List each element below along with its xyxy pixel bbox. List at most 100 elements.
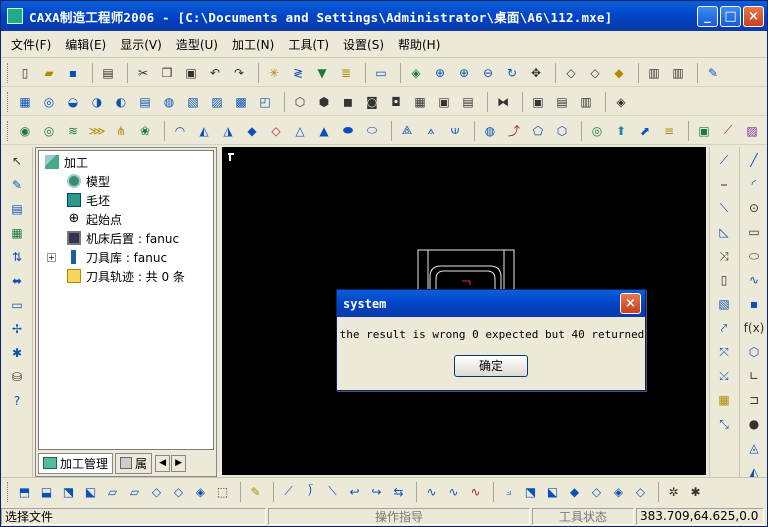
polygon-icon[interactable]: ⬡	[744, 342, 764, 362]
surface-extend-icon[interactable]: ⟍	[323, 482, 342, 502]
point-icon[interactable]: ✢	[7, 319, 27, 339]
redo-icon[interactable]: ↷	[229, 63, 249, 83]
surface-intersect-icon[interactable]: ∿	[466, 482, 485, 502]
scan-rough-icon[interactable]: ⋙	[87, 121, 107, 141]
mirror-icon[interactable]: ⧓	[493, 92, 513, 112]
surface-mesh-icon[interactable]: ◈	[191, 482, 210, 502]
surface-patch-icon[interactable]: ◇	[587, 482, 606, 502]
display-window-icon[interactable]: ▭	[371, 63, 391, 83]
surface-blend-icon[interactable]: ⟓	[499, 482, 518, 502]
hole-icon[interactable]: ◙	[362, 92, 382, 112]
boolean-cut-icon[interactable]: ▤	[552, 92, 572, 112]
rest-clean-icon[interactable]: ⟒	[445, 121, 465, 141]
shaded-icon[interactable]: ◆	[609, 63, 629, 83]
finish-region-icon[interactable]: ⬬	[338, 121, 358, 141]
surface-equidistant-icon[interactable]: ⬕	[81, 482, 100, 502]
layer-icon[interactable]: ≣	[336, 63, 356, 83]
boolean-intersect-icon[interactable]: ▥	[576, 92, 596, 112]
text-curve-icon[interactable]: ⊐	[744, 390, 764, 410]
sketch-plane-icon[interactable]: ▭	[7, 295, 27, 315]
array-icon[interactable]: ▦	[714, 390, 734, 410]
cut-loft-icon[interactable]: ▧	[183, 92, 203, 112]
tree-node-stock[interactable]: 毛坯	[67, 191, 110, 209]
curve-extend-icon[interactable]: ⟍	[714, 198, 734, 218]
ellipse-icon[interactable]: ⬭	[744, 246, 764, 266]
menu-help[interactable]: 帮助(H)	[398, 36, 440, 53]
surface-flip-icon[interactable]: ◇	[631, 482, 650, 502]
extrude-icon[interactable]: ▦	[15, 92, 35, 112]
close-button[interactable]: ×	[743, 6, 764, 27]
copy-icon[interactable]: ❐	[157, 63, 177, 83]
trace-link-icon[interactable]: ⬈	[635, 121, 655, 141]
zoom-out-icon[interactable]: ⊖	[478, 63, 498, 83]
curve-trace-icon[interactable]: ⤴	[504, 121, 524, 141]
gear-icon[interactable]: ✲	[664, 482, 683, 502]
curve-break-icon[interactable]: ⎯	[714, 174, 734, 194]
light-icon[interactable]: ✳	[264, 63, 284, 83]
finish-surface-icon[interactable]: ▲	[314, 121, 334, 141]
surface-import-icon[interactable]: ⬚	[213, 482, 232, 502]
contour-trace-icon[interactable]: ◍	[480, 121, 500, 141]
curve-fillet-icon[interactable]: ◺	[714, 222, 734, 242]
draft-icon[interactable]: ◼	[338, 92, 358, 112]
surface-guide-icon[interactable]: ⬔	[59, 482, 78, 502]
paste-icon[interactable]: ▣	[181, 63, 201, 83]
surface-overlap-icon[interactable]: ◈	[609, 482, 628, 502]
surface-split-icon[interactable]: ◆	[565, 482, 584, 502]
finish-parameter-icon[interactable]: ◠	[170, 121, 190, 141]
sketch-icon[interactable]: ✎	[7, 175, 27, 195]
undo-icon[interactable]: ↶	[205, 63, 225, 83]
surface-fillet-icon[interactable]: ⟌	[301, 482, 320, 502]
circular-array-icon[interactable]: ▣	[434, 92, 454, 112]
formula-curve-icon[interactable]: f(x)	[744, 318, 765, 338]
surface-merge-icon[interactable]: ↪	[367, 482, 386, 502]
guide-icon[interactable]: ◐	[111, 92, 131, 112]
linear-array-icon[interactable]: ▦	[410, 92, 430, 112]
corner-clean-icon[interactable]: ⟑	[421, 121, 441, 141]
revolve-icon[interactable]: ◎	[39, 92, 59, 112]
zoom-window-icon[interactable]: ⊕	[430, 63, 450, 83]
tree-node-toolpath[interactable]: 刀具轨迹 : 共 0 条	[67, 267, 185, 285]
surface-boundary-icon[interactable]: ▱	[125, 482, 144, 502]
surface-direct-icon[interactable]: ⬒	[15, 482, 34, 502]
plunge-rough-icon[interactable]: ⋔	[111, 121, 131, 141]
curve-trim-icon[interactable]: ⟋	[714, 150, 734, 170]
ok-button[interactable]: 确定	[454, 355, 528, 377]
curve-filter-icon[interactable]: ≷	[288, 63, 308, 83]
trace-simulate-icon[interactable]: ≡	[659, 121, 679, 141]
mirror-curve-icon[interactable]: ⤩	[714, 366, 734, 386]
shell-icon[interactable]: ⬢	[314, 92, 334, 112]
gcode-icon[interactable]: ▣	[694, 121, 714, 141]
surface-plane-icon[interactable]: ▱	[103, 482, 122, 502]
menu-file[interactable]: 文件(F)	[11, 36, 51, 53]
mesh-surface-icon[interactable]: ◬	[744, 438, 764, 458]
surface-cut-icon[interactable]: ▩	[231, 92, 251, 112]
pencil-clean-icon[interactable]: ⟁	[397, 121, 417, 141]
rib-icon[interactable]: ◘	[386, 92, 406, 112]
toolbar-grip[interactable]	[7, 62, 10, 83]
cut-icon[interactable]: ✂	[133, 63, 153, 83]
dialog-close-button[interactable]: ×	[620, 293, 641, 314]
tree-node-post[interactable]: 机床后置 : fanuc	[67, 229, 179, 247]
rectangle-icon[interactable]: ▭	[744, 222, 764, 242]
tree-view-icon[interactable]: ▦	[7, 223, 27, 243]
solid-icon[interactable]: ◈	[611, 92, 631, 112]
work-plane-icon[interactable]: ⬌	[7, 271, 27, 291]
boolean-union-icon[interactable]: ▣	[528, 92, 548, 112]
fillet-icon[interactable]: ◰	[255, 92, 275, 112]
process-list-icon[interactable]: ⟋	[718, 121, 738, 141]
curve-offset-icon[interactable]: ⤨	[714, 246, 734, 266]
isoparametric-icon[interactable]: ∟	[744, 366, 764, 386]
rest-rough-icon[interactable]: ❀	[135, 121, 155, 141]
tree-node-root[interactable]: 加工	[45, 153, 88, 171]
curve-fit-icon[interactable]: ▯	[714, 270, 734, 290]
surface-revolve-icon[interactable]: ⬓	[37, 482, 56, 502]
axis-icon[interactable]: ✱	[7, 343, 27, 363]
select-arrow-icon[interactable]: ↖	[7, 151, 27, 171]
scale-icon[interactable]: ▤	[458, 92, 478, 112]
surface-pencil-icon[interactable]: ✎	[246, 482, 265, 502]
contour-rough-icon[interactable]: ≋	[63, 121, 83, 141]
trace-edit-icon[interactable]: ◎	[587, 121, 607, 141]
surface-stitch-icon[interactable]: ↩	[345, 482, 364, 502]
surface-loft-icon[interactable]: ◇	[147, 482, 166, 502]
